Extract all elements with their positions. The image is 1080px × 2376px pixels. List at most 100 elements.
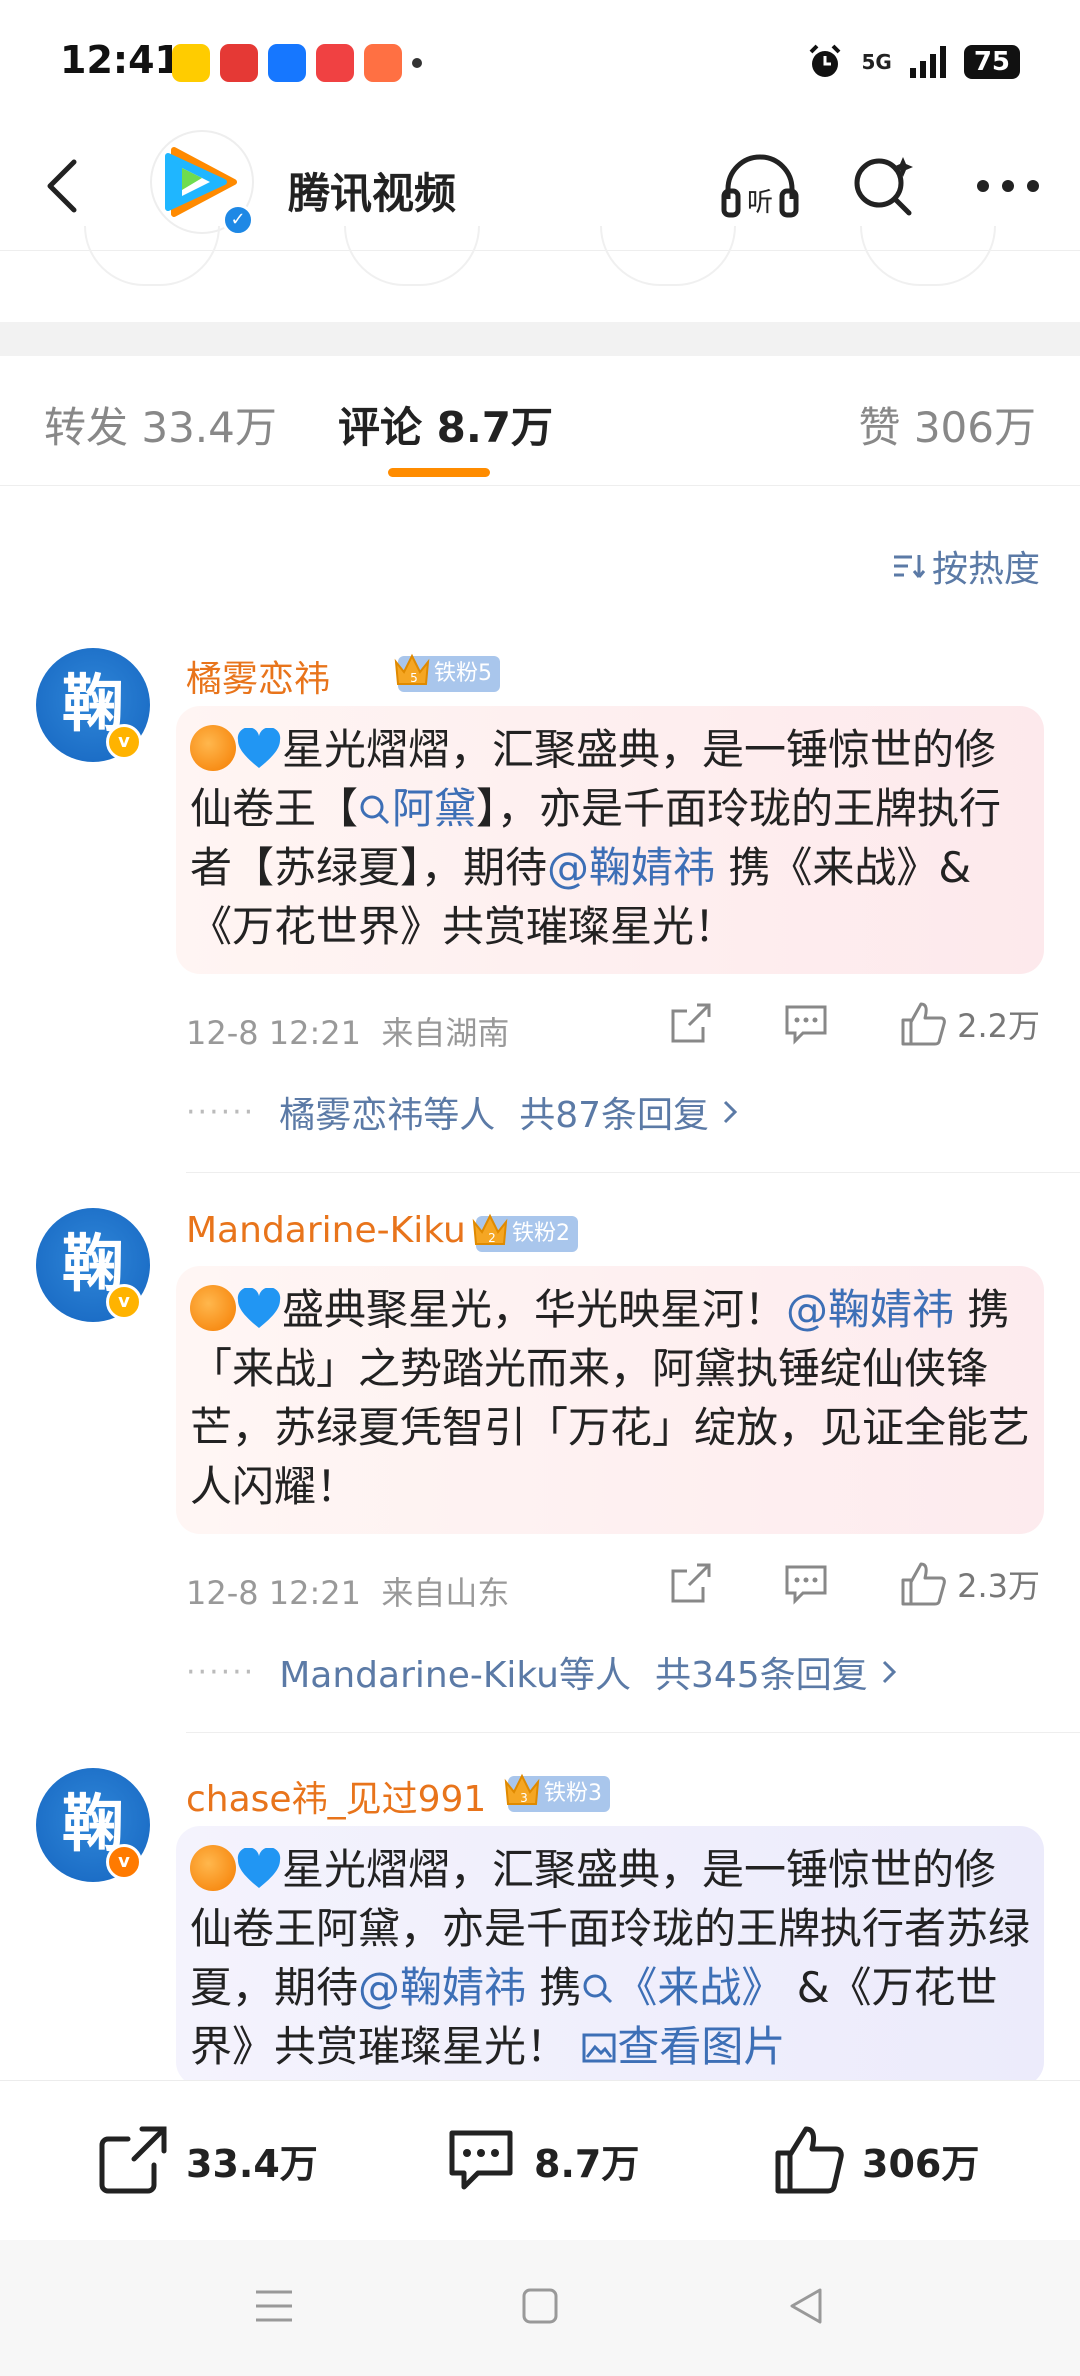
orange-emoji-icon	[190, 725, 236, 771]
faint-share-circle	[84, 226, 220, 286]
share-icon	[671, 1563, 711, 1603]
repost-button[interactable]: 33.4万	[96, 2123, 318, 2197]
search-link[interactable]: 阿黛	[358, 784, 476, 833]
reply-count: 共345条回复	[655, 1655, 868, 1696]
repost-count: 33.4万	[186, 2141, 318, 2186]
comment-time: 12-8 12:21	[186, 1574, 362, 1612]
view-image-link[interactable]: 查看图片	[581, 2022, 785, 2071]
faint-share-circle	[860, 226, 996, 286]
status-bar: 12:41 5G 75	[0, 0, 1080, 120]
more-notifications-dot	[412, 58, 422, 68]
share-icon	[671, 1003, 711, 1043]
comment-username[interactable]: 橘雾恋祎	[186, 650, 330, 702]
fan-badge: 3 铁粉3	[504, 1773, 610, 1812]
comment-username[interactable]: chase祎_见过991	[186, 1770, 486, 1822]
crown-icon: 5	[394, 653, 430, 685]
fan-badge: 2 铁粉2	[472, 1213, 578, 1252]
orange-emoji-icon	[190, 1845, 236, 1891]
notification-icons	[172, 44, 422, 82]
more-dots-icon	[977, 180, 1039, 192]
reply-users: Mandarine-Kiku等人	[279, 1655, 631, 1696]
thumbs-up-icon	[775, 2126, 844, 2194]
comment-time: 12-8 12:21	[186, 1014, 362, 1052]
mention-link[interactable]: @鞠婧祎	[547, 843, 715, 892]
view-replies-link[interactable]: ······ Mandarine-Kiku等人 共345条回复	[186, 1646, 900, 1698]
search-icon	[360, 795, 390, 825]
alipay-notification-icon	[268, 44, 306, 82]
comment-divider	[186, 1732, 1080, 1733]
verified-badge-icon: ✓	[222, 204, 254, 236]
share-icon	[99, 2126, 167, 2194]
comment-text: 星光熠熠，汇聚盛典，是一锤惊世的修仙卷王阿黛，亦是千面玲珑的王牌执行者苏绿夏，期…	[176, 1826, 1044, 2086]
battery-indicator: 75	[963, 45, 1020, 79]
blue-heart-emoji-icon	[237, 1288, 281, 1328]
sort-button[interactable]: 按热度	[892, 540, 1040, 592]
blue-heart-emoji-icon	[237, 1848, 281, 1888]
headphones-listen-icon: 听	[721, 154, 799, 218]
signal-icon	[909, 46, 946, 78]
svg-text:听: 听	[747, 188, 773, 218]
reply-count: 共87条回复	[519, 1095, 710, 1136]
thumbs-up-icon	[901, 1002, 946, 1046]
chevron-left-icon	[47, 159, 77, 213]
network-label: 5G	[861, 50, 892, 74]
share-comment-button[interactable]	[667, 1561, 713, 1607]
reply-comment-button[interactable]	[783, 1561, 829, 1607]
like-button[interactable]: 306万	[772, 2123, 979, 2197]
faint-share-circle	[344, 226, 480, 286]
toutiao-notification-icon	[316, 44, 354, 82]
app2-notification-icon	[364, 44, 402, 82]
menu-icon[interactable]	[254, 2288, 294, 2324]
chevron-right-icon	[723, 1100, 738, 1124]
listen-button[interactable]: 听	[718, 144, 802, 228]
back-button[interactable]	[38, 156, 88, 216]
interaction-tabs: 转发 33.4万 评论 8.7万 赞 306万	[0, 356, 1080, 486]
reply-comment-button[interactable]	[783, 1001, 829, 1047]
fan-badge-label: 铁粉3	[544, 1781, 602, 1806]
comment-meta: 12-8 12:21 来自山东	[186, 1568, 509, 1614]
more-button[interactable]	[966, 144, 1050, 228]
comment-button[interactable]: 8.7万	[444, 2123, 639, 2197]
search-link[interactable]: 《来战》	[581, 1963, 783, 2012]
comment-bubble-icon	[449, 2130, 513, 2190]
comment-bubble-icon	[785, 1005, 827, 1045]
verified-badge-icon: v	[106, 1844, 142, 1880]
alarm-icon	[810, 44, 841, 77]
sort-icon	[893, 555, 926, 578]
search-icon	[583, 1974, 613, 2004]
tab-likes[interactable]: 赞 306万	[858, 394, 1036, 455]
comment-text: 星光熠熠，汇聚盛典，是一锤惊世的修仙卷王【 阿黛】，亦是千面玲珑的王牌执行者【苏绿…	[176, 706, 1044, 974]
comment-location: 来自山东	[381, 1574, 510, 1612]
like-comment-button[interactable]: 2.3万	[899, 1560, 1040, 1608]
svg-text:2: 2	[488, 1231, 496, 1245]
home-square-icon[interactable]	[520, 2286, 560, 2326]
comment-username[interactable]: Mandarine-Kiku	[186, 1210, 466, 1251]
share-comment-button[interactable]	[667, 1001, 713, 1047]
orange-emoji-icon	[190, 1285, 236, 1331]
crown-icon: 3	[504, 1773, 540, 1805]
back-triangle-icon[interactable]	[786, 2286, 826, 2326]
mention-link[interactable]: @鞠婧祎	[358, 1963, 526, 2012]
mention-link[interactable]: @鞠婧祎	[786, 1285, 954, 1334]
comment-text: 盛典聚星光，华光映星河！@鞠婧祎 携「来战」之势踏光而来，阿黛执锤绽仙侠锋芒，苏…	[176, 1266, 1044, 1534]
system-navigation-bar	[0, 2240, 1080, 2376]
comment-count: 8.7万	[534, 2141, 640, 2186]
view-replies-link[interactable]: ······ 橘雾恋祎等人 共87条回复	[186, 1086, 741, 1138]
tab-repost[interactable]: 转发 33.4万	[44, 394, 277, 455]
comment-location: 来自湖南	[381, 1014, 510, 1052]
comment-bubble-icon	[785, 1565, 827, 1605]
sort-label: 按热度	[931, 549, 1040, 590]
like-count: 306万	[862, 2141, 980, 2186]
search-icon	[854, 157, 913, 216]
thumbs-up-icon	[901, 1562, 946, 1606]
svg-text:5: 5	[410, 671, 418, 685]
section-gap	[0, 322, 1080, 356]
blue-heart-emoji-icon	[237, 728, 281, 768]
comment-divider	[186, 1172, 1080, 1173]
comment-actions: 2.2万	[667, 1000, 1040, 1048]
like-comment-button[interactable]: 2.2万	[899, 1000, 1040, 1048]
chevron-right-icon	[882, 1660, 896, 1684]
search-button[interactable]	[842, 144, 926, 228]
status-time: 12:41	[60, 38, 181, 82]
tab-comments[interactable]: 评论 8.7万	[338, 394, 553, 455]
